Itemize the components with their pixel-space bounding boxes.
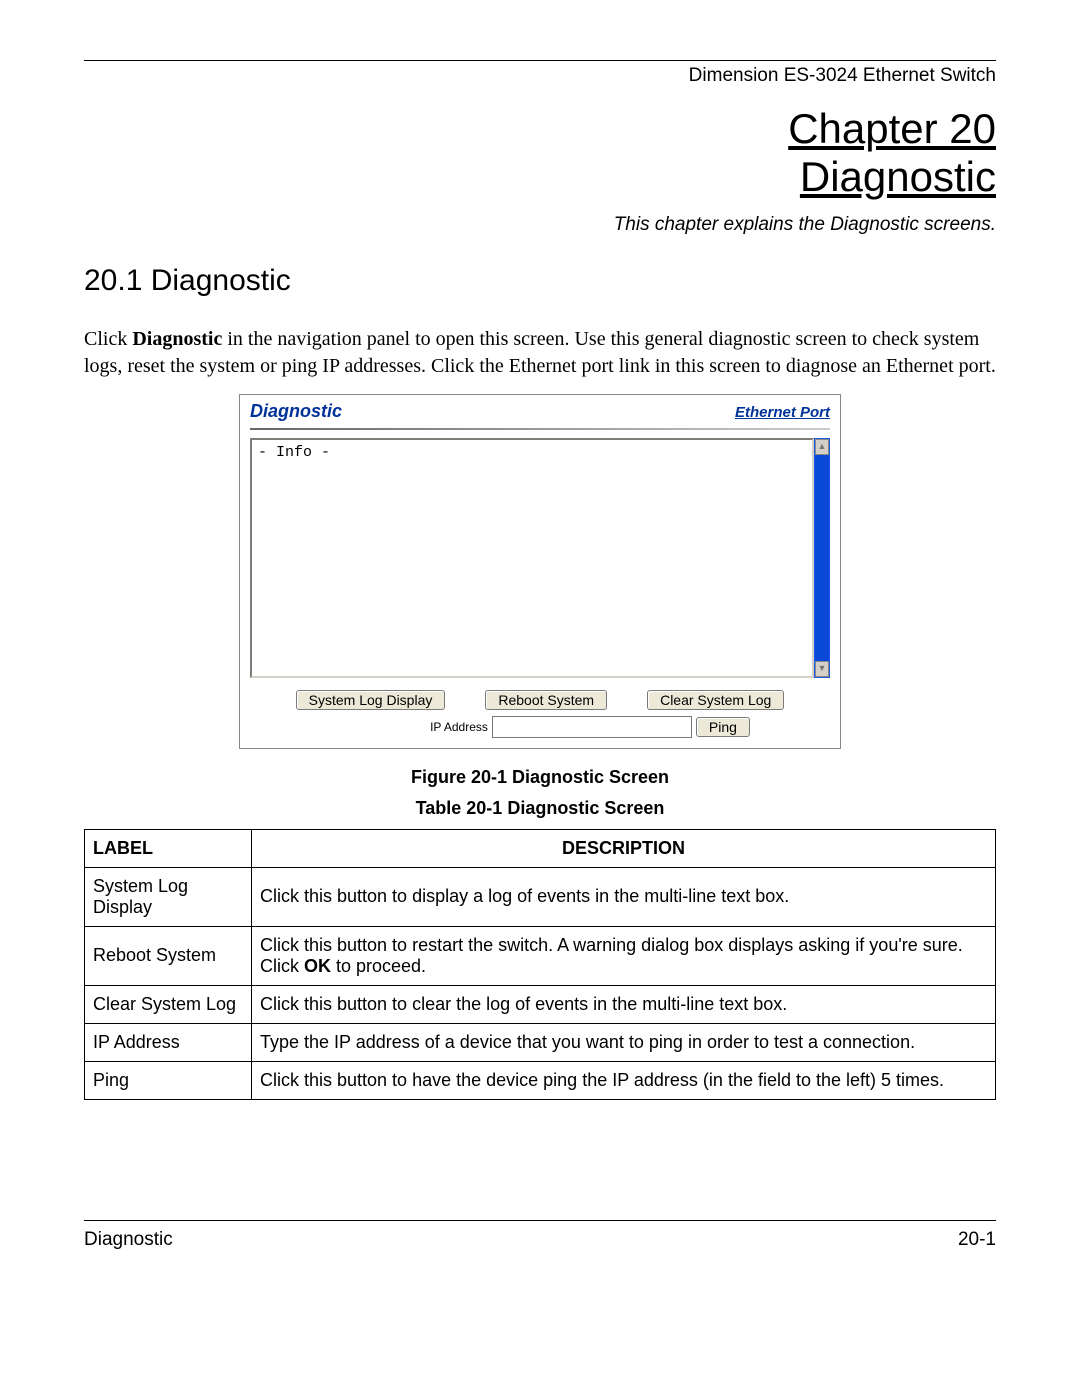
clear-system-log-button[interactable]: Clear System Log	[647, 690, 784, 710]
table-caption: Table 20-1 Diagnostic Screen	[84, 798, 996, 819]
description-table: LABEL DESCRIPTION System Log DisplayClic…	[84, 829, 996, 1100]
ip-address-input[interactable]	[492, 716, 692, 738]
log-textarea[interactable]: - Info -	[250, 438, 814, 678]
row-label: Ping	[85, 1061, 252, 1099]
table-row: Reboot SystemClick this button to restar…	[85, 926, 996, 985]
scrollbar[interactable]: ▲ ▼	[814, 438, 830, 678]
scroll-down-icon[interactable]: ▼	[815, 661, 829, 677]
row-description: Click this button to clear the log of ev…	[252, 985, 996, 1023]
th-label: LABEL	[85, 829, 252, 867]
chapter-number: Chapter 20	[788, 105, 996, 152]
system-log-display-button[interactable]: System Log Display	[296, 690, 446, 710]
doc-header: Dimension ES-3024 Ethernet Switch	[84, 65, 996, 87]
table-row: IP AddressType the IP address of a devic…	[85, 1023, 996, 1061]
panel-title: Diagnostic	[250, 401, 342, 422]
footer-left: Diagnostic	[84, 1229, 173, 1251]
footer-right: 20-1	[958, 1229, 996, 1251]
row-label: Clear System Log	[85, 985, 252, 1023]
table-row: PingClick this button to have the device…	[85, 1061, 996, 1099]
chapter-title: Chapter 20 Diagnostic	[84, 105, 996, 202]
section-heading: 20.1 Diagnostic	[84, 264, 996, 298]
row-label: Reboot System	[85, 926, 252, 985]
chapter-name: Diagnostic	[800, 153, 996, 200]
panel-divider	[250, 428, 830, 430]
table-row: System Log DisplayClick this button to d…	[85, 867, 996, 926]
figure-caption: Figure 20-1 Diagnostic Screen	[84, 767, 996, 788]
ip-address-label: IP Address	[430, 720, 488, 734]
row-description: Click this button to display a log of ev…	[252, 867, 996, 926]
ethernet-port-link[interactable]: Ethernet Port	[735, 404, 830, 421]
row-label: System Log Display	[85, 867, 252, 926]
chapter-subtitle: This chapter explains the Diagnostic scr…	[84, 214, 996, 236]
row-description: Click this button to have the device pin…	[252, 1061, 996, 1099]
reboot-system-button[interactable]: Reboot System	[485, 690, 607, 710]
page-footer: Diagnostic 20-1	[84, 1220, 996, 1251]
table-row: Clear System LogClick this button to cle…	[85, 985, 996, 1023]
ping-button[interactable]: Ping	[696, 717, 750, 737]
row-description: Click this button to restart the switch.…	[252, 926, 996, 985]
section-paragraph: Click Diagnostic in the navigation panel…	[84, 326, 996, 380]
scroll-up-icon[interactable]: ▲	[815, 439, 829, 455]
diagnostic-screenshot: Diagnostic Ethernet Port - Info - ▲ ▼ Sy…	[239, 394, 841, 749]
th-description: DESCRIPTION	[252, 829, 996, 867]
row-description: Type the IP address of a device that you…	[252, 1023, 996, 1061]
row-label: IP Address	[85, 1023, 252, 1061]
